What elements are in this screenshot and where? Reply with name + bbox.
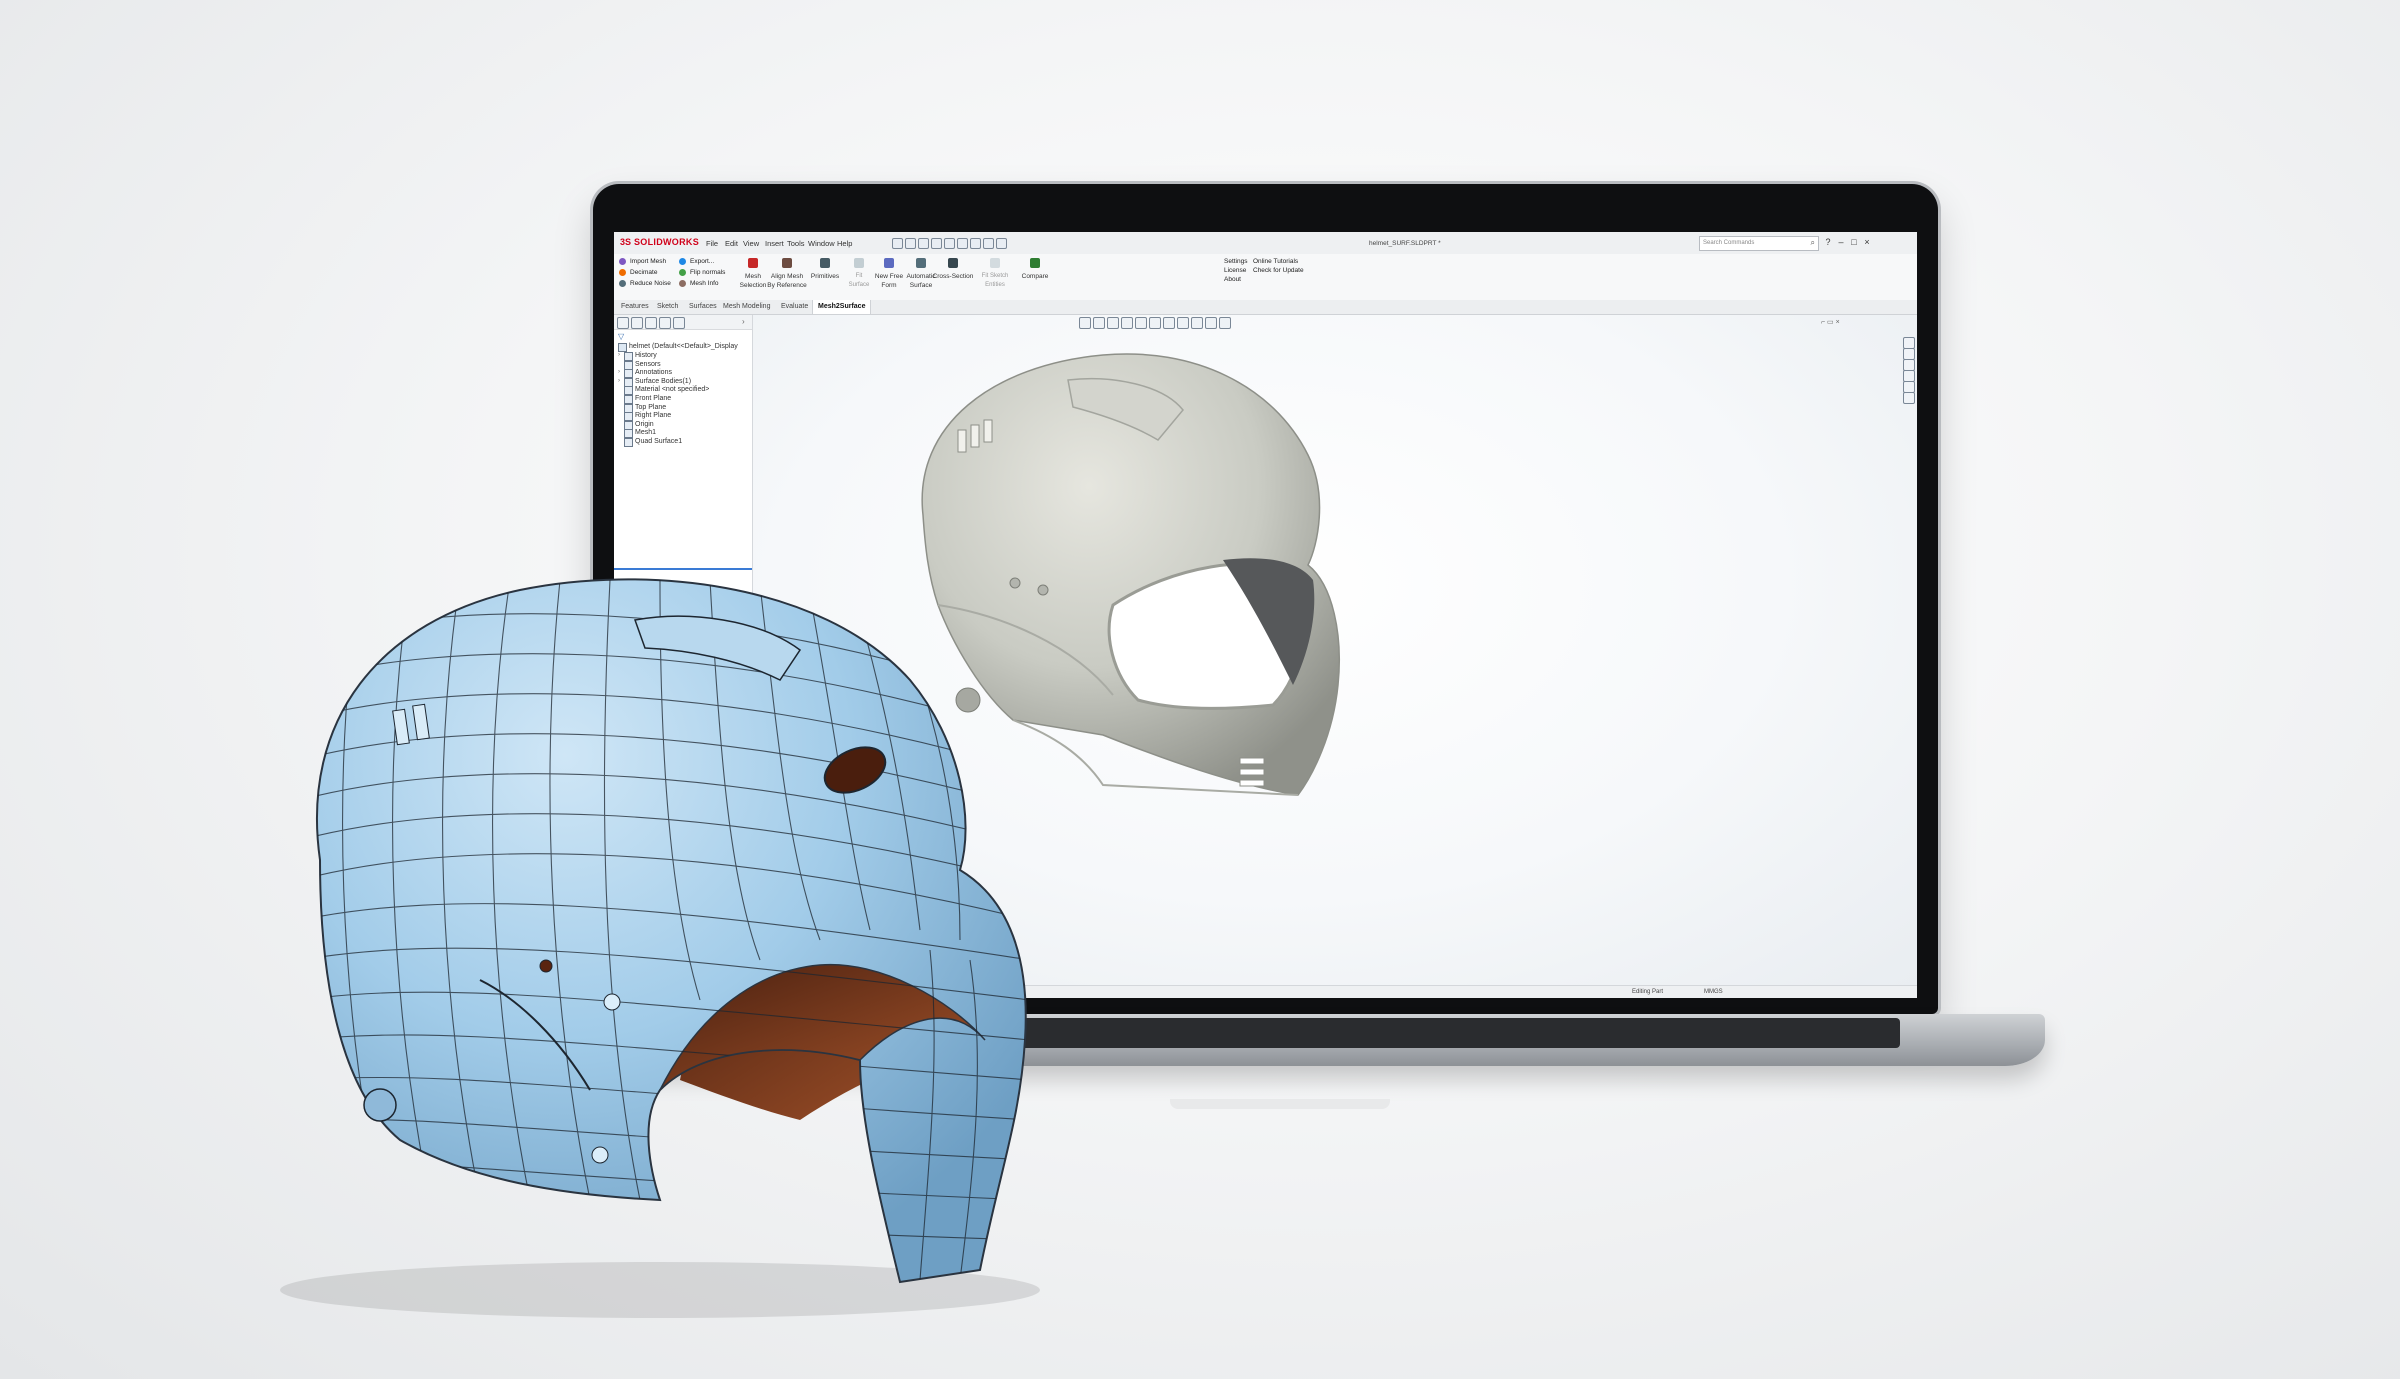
surface-helmet-model xyxy=(280,578,1040,1318)
